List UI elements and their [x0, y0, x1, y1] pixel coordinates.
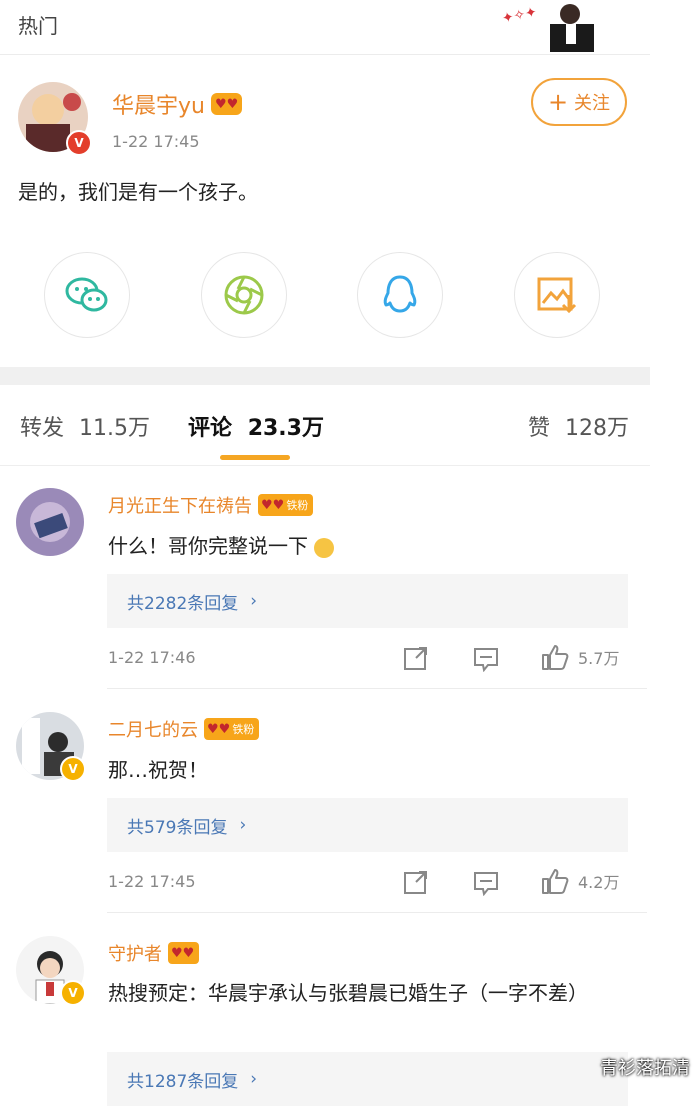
tab-comments-label: 评论 — [188, 416, 233, 441]
reply-summary[interactable]: 共579条回复 › — [107, 798, 628, 852]
heart-icon: ♥♥ — [171, 945, 195, 961]
like-count: 4.2万 — [578, 873, 620, 892]
like-comment-button[interactable]: 4.2万 — [540, 866, 619, 896]
reply-count: 共2282条回复 — [127, 593, 239, 614]
wechat-share-button[interactable] — [44, 252, 130, 338]
tab-active-indicator — [220, 455, 290, 460]
tab-likes-label: 赞 — [528, 416, 551, 441]
fan-badge: ♥♥ 铁粉 — [204, 718, 260, 740]
tab-comments[interactable]: 评论 23.3万 — [188, 410, 324, 442]
fan-badge: ♥♥ 铁粉 — [258, 494, 314, 516]
comment-author[interactable]: 守护者 ♥♥ — [108, 940, 200, 966]
plus-icon: + — [547, 88, 569, 116]
comment-author[interactable]: 月光正生下在祷告 ♥♥ 铁粉 — [108, 492, 314, 518]
top-banner-image[interactable]: ✦✧✦ — [498, 0, 602, 52]
tab-likes-count: 128万 — [565, 416, 630, 441]
chevron-right-icon: › — [239, 815, 247, 835]
comment-time: 1-22 17:46 — [108, 648, 196, 667]
comment-time: 1-22 17:45 — [108, 872, 196, 891]
reply-summary[interactable]: 共2282条回复 › — [107, 574, 628, 628]
post-author[interactable]: 华晨宇yu ♥♥ — [112, 88, 243, 120]
save-image-icon — [537, 277, 577, 314]
verified-badge-icon: V — [60, 980, 86, 1006]
comment-icon — [474, 872, 498, 896]
like-comment-button[interactable]: 5.7万 — [540, 642, 619, 672]
comment-author-name[interactable]: 守护者 — [108, 940, 162, 966]
share-icon — [404, 647, 427, 670]
tab-repost-label: 转发 — [20, 416, 65, 441]
fan-badge-label: 铁粉 — [232, 723, 255, 736]
tab-repost-count: 11.5万 — [79, 416, 151, 441]
verified-badge-icon: V — [60, 756, 86, 782]
fan-badge: ♥♥ — [168, 942, 200, 964]
comment-avatar[interactable] — [16, 488, 84, 556]
comment-author[interactable]: 二月七的云 ♥♥ 铁粉 — [108, 716, 260, 742]
moments-share-button[interactable] — [201, 252, 287, 338]
wechat-icon — [65, 277, 108, 312]
comment-author-name[interactable]: 二月七的云 — [108, 716, 198, 742]
save-image-button[interactable] — [514, 252, 600, 338]
post-time: 1-22 17:45 — [112, 132, 200, 151]
qq-share-button[interactable] — [357, 252, 443, 338]
qq-icon — [383, 275, 417, 313]
author-name[interactable]: 华晨宇yu — [112, 88, 205, 120]
comment-divider — [107, 912, 647, 913]
tab-comments-count: 23.3万 — [247, 416, 324, 441]
reply-summary[interactable]: 共1287条回复 › — [107, 1052, 628, 1106]
reply-comment-button[interactable] — [472, 646, 500, 672]
comment-text: 那…祝贺！ — [108, 758, 208, 782]
post-text: 是的，我们是有一个孩子。 — [18, 180, 258, 204]
comment-author-name[interactable]: 月光正生下在祷告 — [108, 492, 252, 518]
follow-button[interactable]: + 关注 — [531, 78, 627, 126]
fan-badge-label: 铁粉 — [286, 499, 309, 512]
tab-repost[interactable]: 转发 11.5万 — [20, 410, 150, 442]
reply-comment-button[interactable] — [472, 870, 500, 896]
comment-divider — [107, 688, 647, 689]
chevron-right-icon: › — [250, 591, 258, 611]
heart-badge-icon: ♥♥ — [210, 93, 243, 115]
watermark: 青衫落拓清 — [600, 1058, 690, 1079]
thumbs-up-icon — [542, 869, 569, 894]
thumbs-up-icon — [542, 645, 569, 670]
tab-likes[interactable]: 赞 128万 — [528, 410, 629, 442]
comment-text: 热搜预定：华晨宇承认与张碧晨已婚生子（一字不差） — [108, 981, 588, 1005]
laugh-emoji-icon — [314, 537, 335, 558]
comment-text: 什么！哥你完整说一下 — [108, 530, 335, 559]
moments-icon — [224, 275, 264, 315]
share-comment-button[interactable] — [402, 868, 430, 896]
share-comment-button[interactable] — [402, 644, 430, 672]
verified-badge-icon: V — [66, 130, 92, 156]
comment-text-content: 什么！哥你完整说一下 — [108, 534, 308, 558]
like-count: 5.7万 — [578, 649, 620, 668]
comment-icon — [474, 648, 498, 672]
share-icon — [404, 871, 427, 894]
tab-divider — [0, 465, 650, 466]
reply-count: 共1287条回复 — [127, 1071, 239, 1092]
follow-label: 关注 — [574, 93, 611, 114]
reply-count: 共579条回复 — [127, 817, 228, 838]
heart-icon: ♥♥ — [261, 497, 285, 513]
chevron-right-icon: › — [250, 1069, 258, 1089]
section-divider — [0, 367, 650, 385]
hot-tab-label[interactable]: 热门 — [18, 10, 58, 39]
heart-icon: ♥♥ — [207, 721, 231, 737]
